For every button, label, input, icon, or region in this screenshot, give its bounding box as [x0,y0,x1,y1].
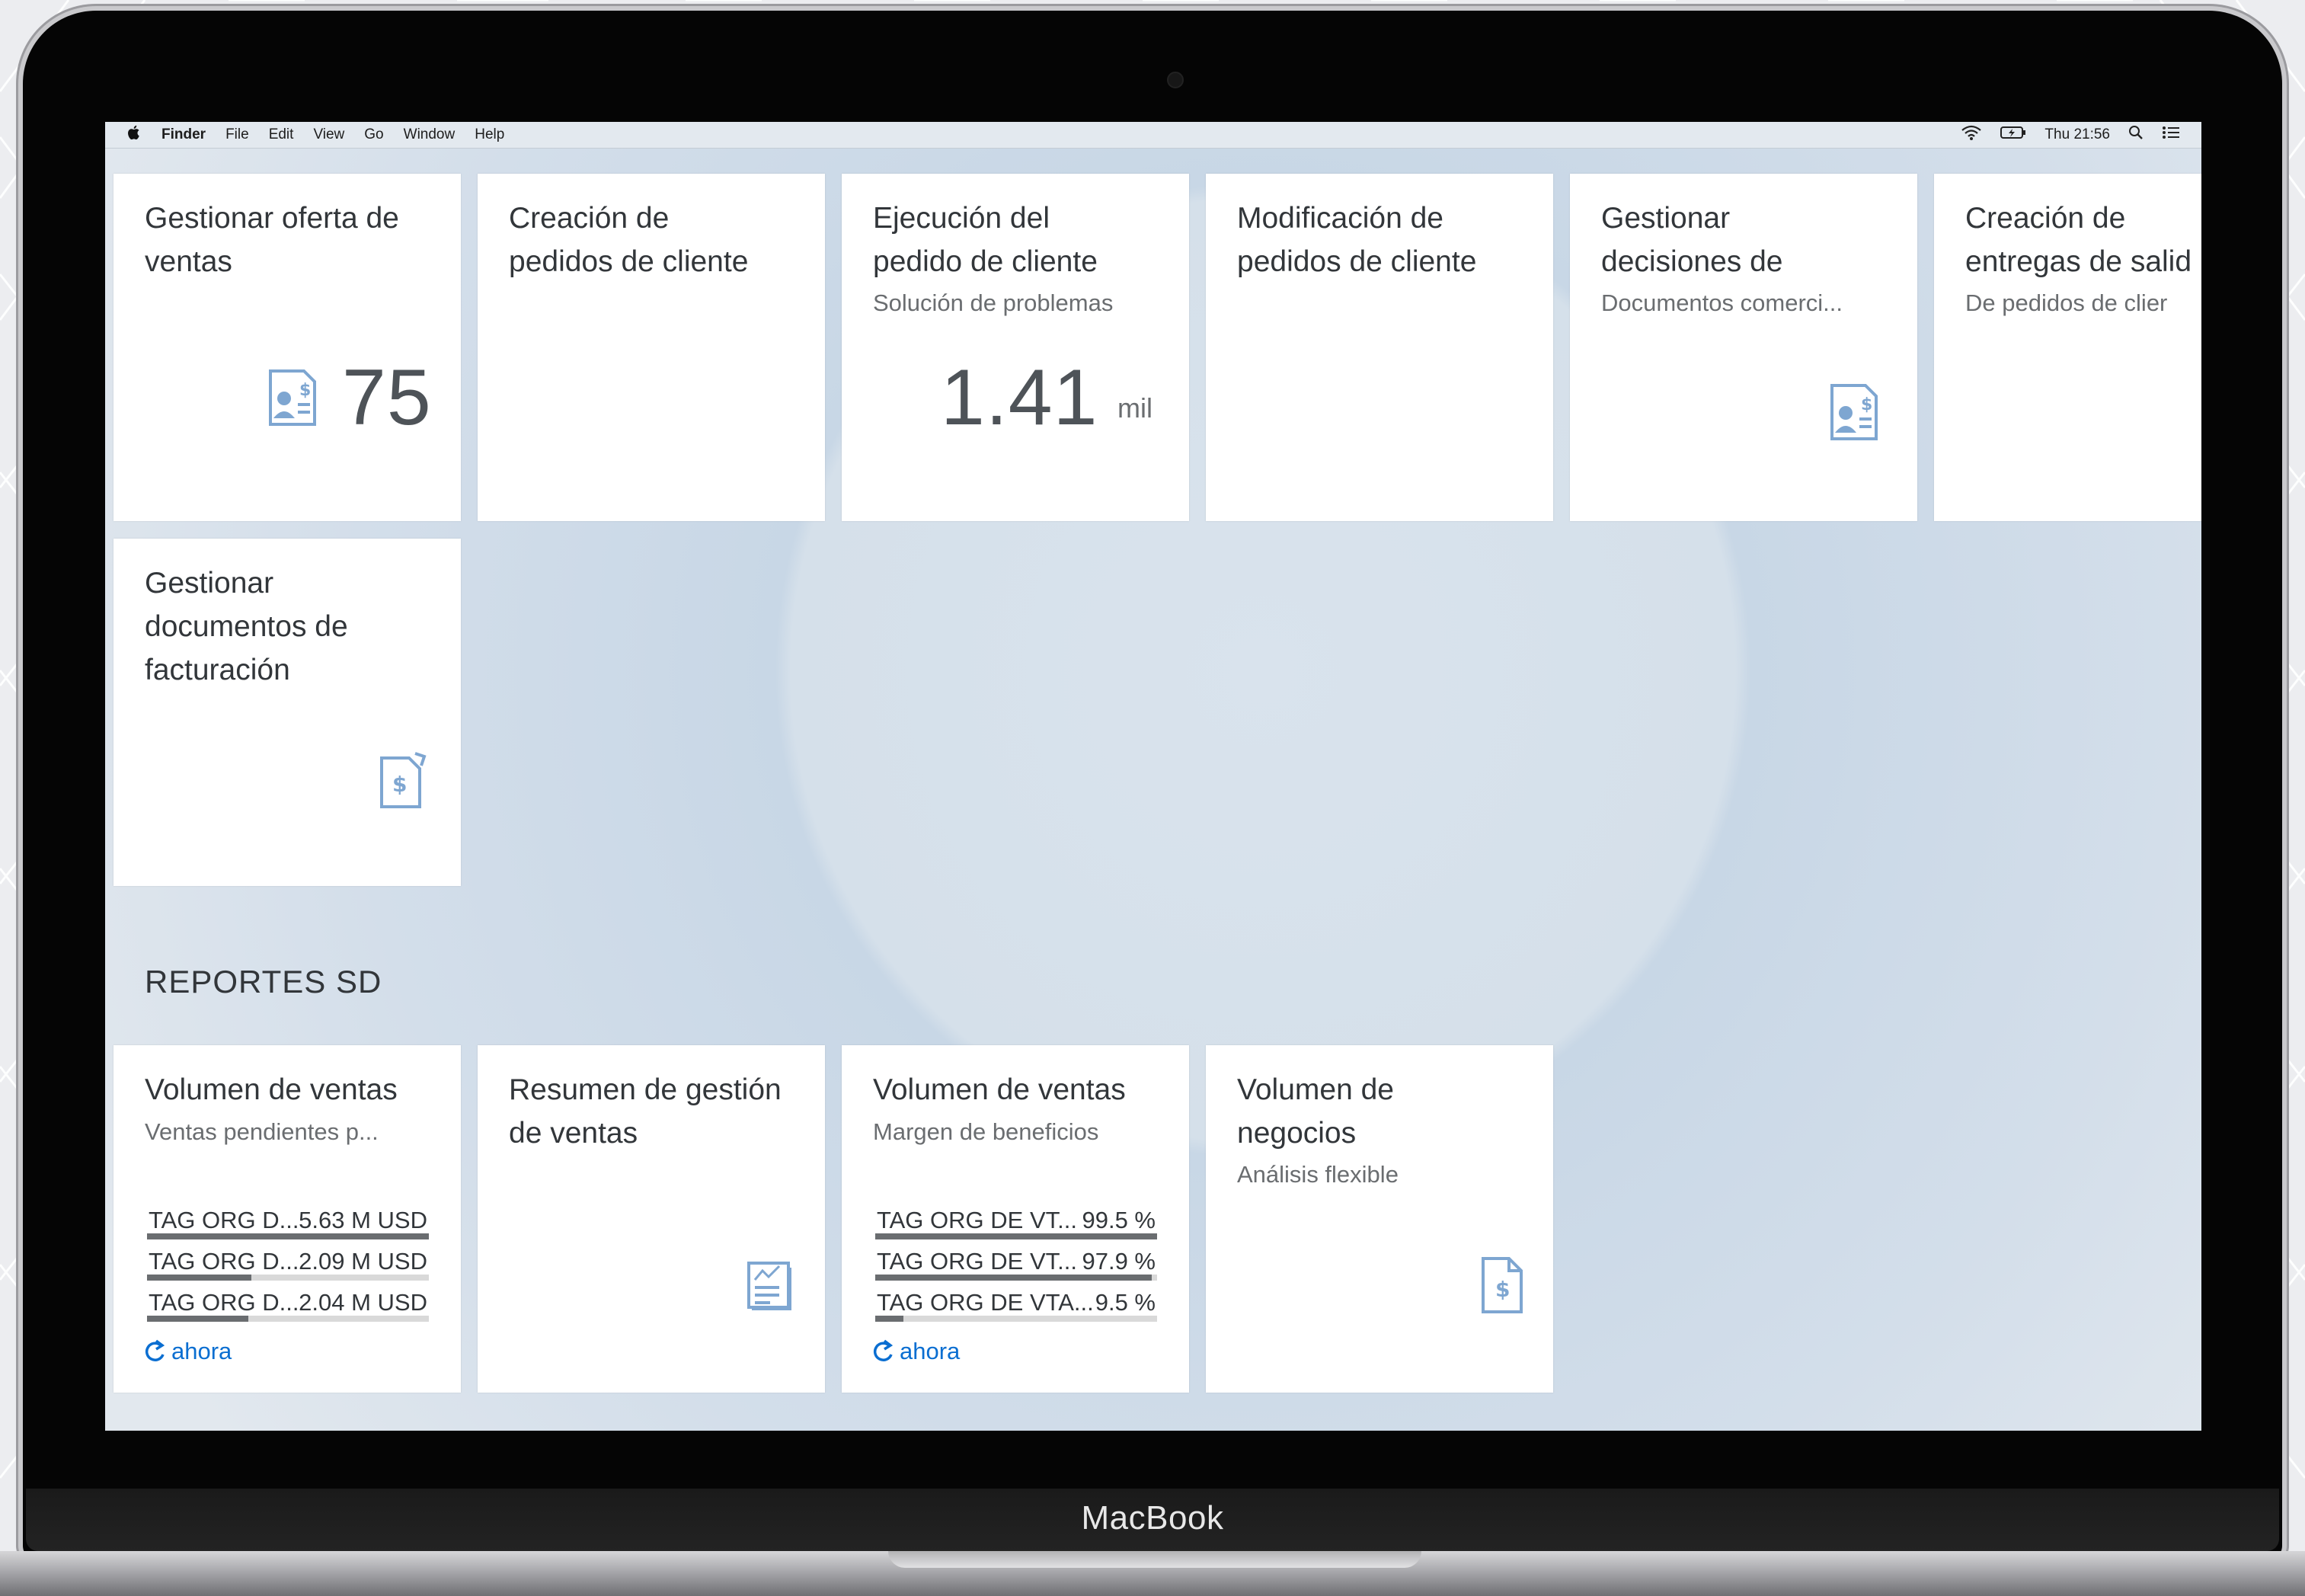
invoice-document-icon: $ [1479,1255,1526,1319]
svg-text:$: $ [1495,1277,1510,1302]
bar-row: TAG ORG D... 2.09 M USD [145,1239,429,1281]
bar-value: 5.63 M USD [299,1207,427,1233]
section-title-reportes-sd: REPORTES SD [145,964,382,999]
kpi-value: 75 [342,353,432,442]
bar-track [147,1316,429,1322]
refresh-label: ahora [171,1338,232,1364]
battery-icon[interactable] [2000,125,2026,145]
tile-subtitle: Ventas pendientes p... [145,1118,379,1145]
tile-title: Creación de entregas de salid [1965,202,2192,278]
clock-text[interactable]: Thu 21:56 [2044,126,2110,143]
menu-help[interactable]: Help [475,126,504,143]
bar-label: TAG ORG DE VT... [877,1207,1077,1233]
menu-edit[interactable]: Edit [269,126,294,143]
kpi-value: 1.41 [941,353,1098,442]
bar-row: TAG ORG DE VT... 99.5 % [874,1198,1157,1239]
bar-row: TAG ORG D... 5.63 M USD [145,1198,429,1239]
bar-row: TAG ORG DE VTA... 9.5 % [874,1280,1157,1322]
refresh-label: ahora [900,1338,961,1364]
tile-title: Gestionar documentos de facturación [145,567,348,686]
refresh-icon [874,1339,894,1361]
menu-bar: Finder File Edit View Go Window Help Thu… [105,122,2201,149]
tile-ejecucion-pedido-cliente[interactable]: Ejecución del pedido de cliente Solución… [842,174,1189,521]
tile-gestionar-oferta-ventas[interactable]: Gestionar oferta de ventas $ 75 [113,174,461,521]
tile-creacion-entregas-salida[interactable]: Creación de entregas de salid De pedidos… [1934,174,2201,521]
bar-label: TAG ORG DE VT... [877,1248,1077,1275]
bar-label: TAG ORG DE VTA... [877,1289,1094,1316]
bar-label: TAG ORG D... [149,1207,299,1233]
customer-invoice-icon: $ [1827,382,1881,446]
menu-go[interactable]: Go [364,126,383,143]
tile-creacion-pedidos-cliente[interactable]: Creación de pedidos de cliente [478,174,825,521]
tile-title: Gestionar decisiones de [1601,202,1783,278]
camera-dot [1167,72,1184,88]
menu-window[interactable]: Window [404,126,456,143]
bar-value: 97.9 % [1082,1248,1156,1275]
tile-subtitle: Solución de problemas [873,289,1114,316]
tile-gestionar-decisiones[interactable]: Gestionar decisiones de Documentos comer… [1570,174,1917,521]
notification-center-icon[interactable] [2162,126,2180,144]
laptop-brand: MacBook [1081,1499,1224,1537]
apple-menu-icon[interactable] [126,124,142,146]
bar-row: TAG ORG DE VT... 97.9 % [874,1239,1157,1281]
tile-title: Resumen de gestión de ventas [509,1073,782,1150]
tile-modificacion-pedidos-cliente[interactable]: Modificación de pedidos de cliente [1206,174,1553,521]
customer-invoice-icon: $ [266,368,319,431]
bar-value: 99.5 % [1082,1207,1156,1233]
tile-subtitle: Análisis flexible [1237,1161,1399,1188]
tile-subtitle: De pedidos de clier [1965,289,2168,316]
refresh-icon [145,1339,165,1361]
bar-track [875,1316,1157,1322]
tile-title: Volumen de negocios [1237,1073,1394,1150]
tile-title: Gestionar oferta de ventas [145,202,399,278]
menu-file[interactable]: File [225,126,249,143]
tile-volumen-ventas-margen[interactable]: Volumen de ventas Margen de beneficios T… [842,1045,1189,1393]
spotlight-search-icon[interactable] [2128,125,2144,145]
tile-gestionar-documentos-facturacion[interactable]: Gestionar documentos de facturación $ [113,539,461,886]
refresh-link[interactable]: ahora [872,1338,960,1365]
bar-fill [147,1316,249,1322]
svg-text:$: $ [392,772,407,797]
wifi-icon[interactable] [1961,124,1982,146]
kpi-unit: mil [1117,392,1152,424]
app-name-finder[interactable]: Finder [161,126,206,143]
bar-value: 9.5 % [1095,1289,1156,1316]
tile-resumen-gestion-ventas[interactable]: Resumen de gestión de ventas [478,1045,825,1393]
svg-text:$: $ [299,381,311,400]
bar-row: TAG ORG D... 2.04 M USD [145,1280,429,1322]
tile-volumen-ventas-pendientes[interactable]: Volumen de ventas Ventas pendientes p...… [113,1045,461,1393]
bar-list: TAG ORG D... 5.63 M USD TAG ORG D... 2.0… [145,1198,429,1322]
bar-fill [875,1316,903,1322]
bar-list: TAG ORG DE VT... 99.5 % TAG ORG DE VT...… [874,1198,1157,1322]
tile-volumen-negocios[interactable]: Volumen de negocios Análisis flexible $ [1206,1045,1553,1393]
analytics-report-icon [746,1260,798,1314]
menu-view[interactable]: View [313,126,344,143]
bar-value: 2.09 M USD [299,1248,427,1275]
tile-title: Ejecución del pedido de cliente [873,202,1098,278]
laptop-hinge-notch [888,1551,1421,1568]
tile-title: Volumen de ventas [145,1073,398,1106]
bar-value: 2.04 M USD [299,1289,427,1316]
tile-title: Volumen de ventas [873,1073,1126,1106]
tile-subtitle: Documentos comerci... [1601,289,1843,316]
billing-document-icon: $ [377,752,429,814]
screen: Finder File Edit View Go Window Help Thu… [105,122,2201,1431]
svg-text:$: $ [1861,395,1872,414]
refresh-link[interactable]: ahora [144,1338,232,1365]
tile-title: Modificación de pedidos de cliente [1237,202,1477,278]
bar-label: TAG ORG D... [149,1289,299,1316]
tile-subtitle: Margen de beneficios [873,1118,1099,1145]
bar-label: TAG ORG D... [149,1248,299,1275]
tile-title: Creación de pedidos de cliente [509,202,749,278]
